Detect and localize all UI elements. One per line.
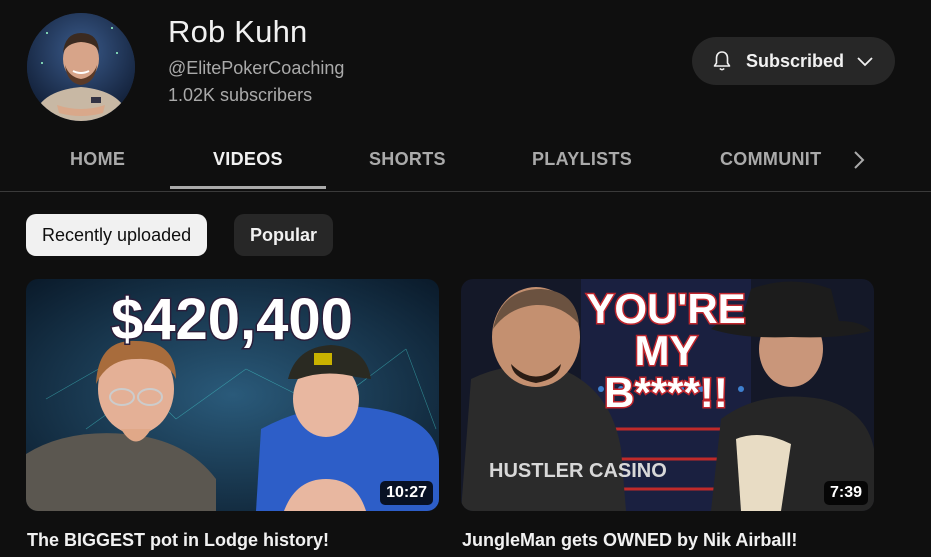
tab-home[interactable]: HOME [70, 130, 125, 190]
tab-videos[interactable]: VIDEOS [213, 130, 283, 190]
thumbnail-text-line-3: B****!! [604, 369, 728, 416]
shirt-logo-text: HUSTLER CASINO [489, 460, 667, 482]
bell-icon [713, 51, 731, 71]
filter-recently-uploaded[interactable]: Recently uploaded [26, 214, 208, 256]
active-tab-indicator [170, 186, 326, 189]
channel-tabs: HOME VIDEOS SHORTS PLAYLISTS COMMUNITY [0, 130, 931, 192]
channel-name: Rob Kuhn [168, 14, 308, 49]
video-card: $420,400 10:27 The BIGGEST pot in Lodge … [26, 279, 439, 550]
video-thumbnail[interactable]: $420,400 10:27 [26, 279, 439, 511]
thumbnail-text-line-2: MY [635, 327, 698, 374]
thumbnail-image: HUSTLER CASINO YOU'RE MY B****!! [461, 279, 874, 511]
video-thumbnail[interactable]: HUSTLER CASINO YOU'RE MY B****!! 7:39 [461, 279, 874, 511]
tab-playlists[interactable]: PLAYLISTS [532, 130, 632, 190]
channel-avatar[interactable] [27, 13, 135, 121]
subscribed-label: Subscribed [746, 50, 845, 71]
video-title[interactable]: JungleMan gets OWNED by Nik Airball! [462, 530, 797, 551]
subscribed-button[interactable]: Subscribed [692, 37, 895, 85]
thumbnail-image: $420,400 [26, 279, 439, 511]
avatar-image [27, 13, 135, 121]
chevron-down-icon [857, 57, 873, 67]
video-duration: 7:39 [823, 481, 868, 505]
thumbnail-text-line-1: YOU'RE [586, 285, 745, 332]
video-card: HUSTLER CASINO YOU'RE MY B****!! 7:39 Ju… [461, 279, 874, 550]
tab-community[interactable]: COMMUNITY [720, 130, 822, 190]
tab-shorts[interactable]: SHORTS [369, 130, 446, 190]
channel-handle: @ElitePokerCoaching [168, 58, 345, 78]
filter-popular[interactable]: Popular [234, 214, 334, 256]
channel-header: Rob Kuhn @ElitePokerCoaching 1.02K subsc… [0, 0, 931, 130]
video-title[interactable]: The BIGGEST pot in Lodge history! [27, 530, 329, 551]
subscriber-count: 1.02K subscribers [168, 85, 313, 105]
video-duration: 10:27 [380, 481, 433, 505]
chevron-right-icon[interactable] [845, 146, 873, 174]
thumbnail-amount-text: $420,400 [111, 287, 353, 352]
